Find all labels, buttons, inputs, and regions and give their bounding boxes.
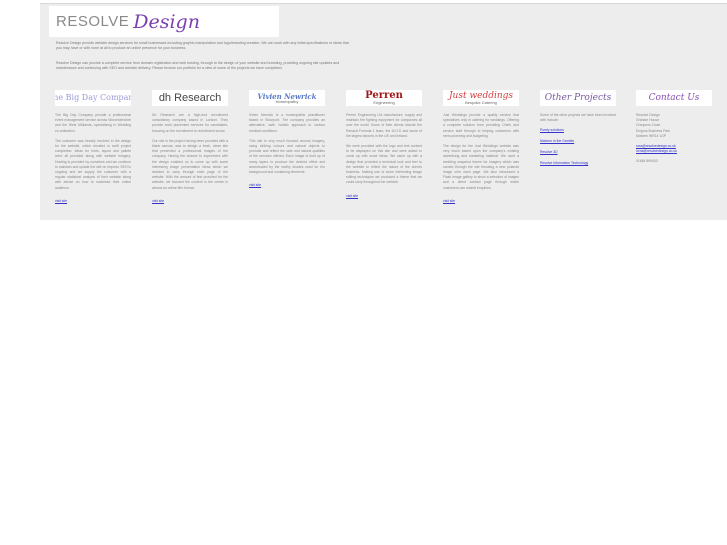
visit-site-link[interactable]: visit site — [249, 183, 325, 188]
project-column: Vivien Newrick Homeopathy Vivien Newrick i… — [249, 90, 325, 188]
project-description: Dh Research are a high-end recruitment c… — [152, 113, 228, 133]
other-intro: Some of the other projects we have been … — [540, 113, 616, 123]
project-link[interactable]: Resolve 3D — [540, 150, 616, 155]
content-panel: RESOLVE Design Resolve Design provide we… — [40, 3, 727, 220]
logo-script: Design — [133, 10, 200, 33]
resolve-design-logo: RESOLVE Design — [49, 6, 279, 37]
visit-site-link[interactable]: visit site — [443, 199, 519, 204]
project-column: dh Research Dh Research are a high-end re… — [152, 90, 228, 204]
other-projects-logo: Other Projects — [540, 90, 616, 106]
project-column: The Big Day Company The Big Day Company p… — [55, 90, 131, 204]
project-link[interactable]: Purely solutions — [540, 128, 616, 133]
project-description: We were provided with the logo and text … — [346, 144, 422, 185]
project-description: The Big Day Company provide a profession… — [55, 113, 131, 133]
project-link[interactable]: Malvern in the Gamble — [540, 139, 616, 144]
contact-us-logo: Contact Us — [636, 90, 712, 106]
email-link[interactable]: lorna@resolvedesign.co.uk — [636, 149, 712, 154]
visit-site-link[interactable]: visit site — [55, 199, 131, 204]
project-logo: Vivien Newrick Homeopathy — [249, 90, 325, 106]
project-description: Just Weddings provide a quality service … — [443, 113, 519, 138]
project-column: Just weddings Bespoke Catering Just Weddin… — [443, 90, 519, 204]
project-logo: The Big Day Company — [55, 90, 131, 106]
project-column: Perren Engineering Perren Engineering Ltd … — [346, 90, 422, 199]
contact-column: Contact Us Resolve Design Graham House C… — [636, 90, 712, 165]
project-link[interactable]: Resolve Information Technology — [540, 161, 616, 166]
project-description: Vivien Newrick is a homeopathic practiti… — [249, 113, 325, 133]
other-projects-column: Other Projects Some of the other project… — [540, 90, 616, 171]
phone-number: 01684 899403 — [636, 159, 658, 164]
address-line: Malvern WR14 1GP — [636, 133, 667, 138]
project-logo: Perren Engineering — [346, 90, 422, 106]
project-logo: dh Research — [152, 90, 228, 106]
project-description: The design for the Just Weddings website… — [443, 144, 519, 190]
intro-paragraph: Resolve Design can provide a complete se… — [56, 61, 340, 70]
logo-text: RESOLVE — [56, 13, 130, 30]
visit-site-link[interactable]: visit site — [152, 199, 228, 204]
intro-paragraph: Resolve Design provide website design se… — [56, 41, 349, 50]
visit-site-link[interactable]: visit site — [346, 194, 422, 199]
project-description: The customer was heavily involved in the… — [55, 138, 131, 190]
project-description: Perren Engineering Ltd manufacture, supp… — [346, 113, 422, 138]
project-description: This site is very much focused around im… — [249, 138, 325, 175]
project-description: Our role in the project having been prov… — [152, 138, 228, 190]
project-logo: Just weddings Bespoke Catering — [443, 90, 519, 106]
